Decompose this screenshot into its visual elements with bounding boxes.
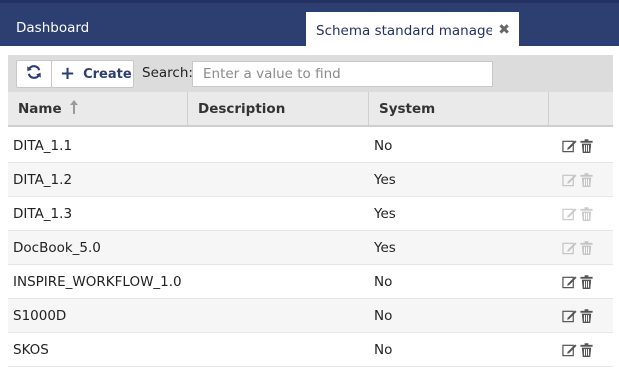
cell-description [188,265,369,299]
cell-system: Yes [374,206,396,222]
search-label: Search: [142,65,193,81]
column-header-system-label: System [379,101,436,117]
column-header-actions [549,92,613,126]
table-header: Name Description System [8,92,613,127]
create-button[interactable]: + Create [51,60,134,88]
toolbar: + Create Search: [8,55,613,92]
table-row[interactable]: DITA_1.1 No [8,129,613,163]
edit-icon [562,206,577,222]
column-header-description-label: Description [198,101,286,117]
cell-name: DocBook_5.0 [13,240,101,256]
tab-bar: Dashboard Schema standard manage... ✖ [0,0,619,49]
trash-icon[interactable] [579,342,594,358]
cell-actions [562,197,608,231]
edit-icon[interactable] [562,342,577,358]
cell-system: No [374,308,393,324]
trash-icon [579,240,594,256]
tab-dashboard-label: Dashboard [16,19,90,36]
cell-system: Yes [374,172,396,188]
column-header-system[interactable]: System [369,92,549,126]
refresh-button[interactable] [16,60,52,88]
refresh-icon [26,64,42,84]
cell-description [188,333,369,367]
edit-icon[interactable] [562,274,577,290]
trash-icon[interactable] [579,274,594,290]
column-header-description[interactable]: Description [188,92,369,126]
sort-up-arrow-icon [69,100,78,118]
cell-name: DITA_1.1 [13,138,73,154]
cell-system: No [374,274,393,290]
cell-actions [562,299,608,333]
cell-system: Yes [374,240,396,256]
cell-name: DITA_1.2 [13,172,73,188]
cell-actions [562,129,608,163]
table-row[interactable]: SKOS No [8,333,613,367]
table-body: DITA_1.1 No DITA_1.2 Yes DITA_1.3 Yes DocBook_… [8,129,613,367]
cell-system: No [374,138,393,154]
table-row[interactable]: DocBook_5.0 Yes [8,231,613,265]
table-row[interactable]: DITA_1.3 Yes [8,197,613,231]
cell-description [188,163,369,197]
edit-icon [562,172,577,188]
edit-icon[interactable] [562,138,577,154]
cell-actions [562,333,608,367]
cell-description [188,231,369,265]
trash-icon [579,206,594,222]
cell-actions [562,265,608,299]
trash-icon[interactable] [579,138,594,154]
cell-actions [562,163,608,197]
cell-description [188,129,369,163]
column-header-name-label: Name [18,101,62,117]
table-row[interactable]: S1000D No [8,299,613,333]
cell-name: SKOS [13,342,49,358]
trash-icon[interactable] [579,308,594,324]
edit-icon [562,240,577,256]
cell-name: DITA_1.3 [13,206,73,222]
table-row[interactable]: DITA_1.2 Yes [8,163,613,197]
table-row[interactable]: INSPIRE_WORKFLOW_1.0 No [8,265,613,299]
tab-active-label: Schema standard manage... [316,22,492,39]
search-input[interactable] [192,61,493,87]
cell-name: S1000D [13,308,67,324]
cell-system: No [374,342,393,358]
close-icon[interactable]: ✖ [498,22,510,38]
column-header-name[interactable]: Name [8,92,188,126]
create-button-label: Create [83,66,132,82]
tab-dashboard[interactable]: Dashboard [0,6,105,49]
cell-description [188,299,369,333]
edit-icon[interactable] [562,308,577,324]
tab-schema-standard-management[interactable]: Schema standard manage... ✖ [306,12,519,49]
cell-actions [562,231,608,265]
cell-name: INSPIRE_WORKFLOW_1.0 [13,274,182,290]
plus-icon: + [60,63,76,84]
cell-description [188,197,369,231]
trash-icon [579,172,594,188]
